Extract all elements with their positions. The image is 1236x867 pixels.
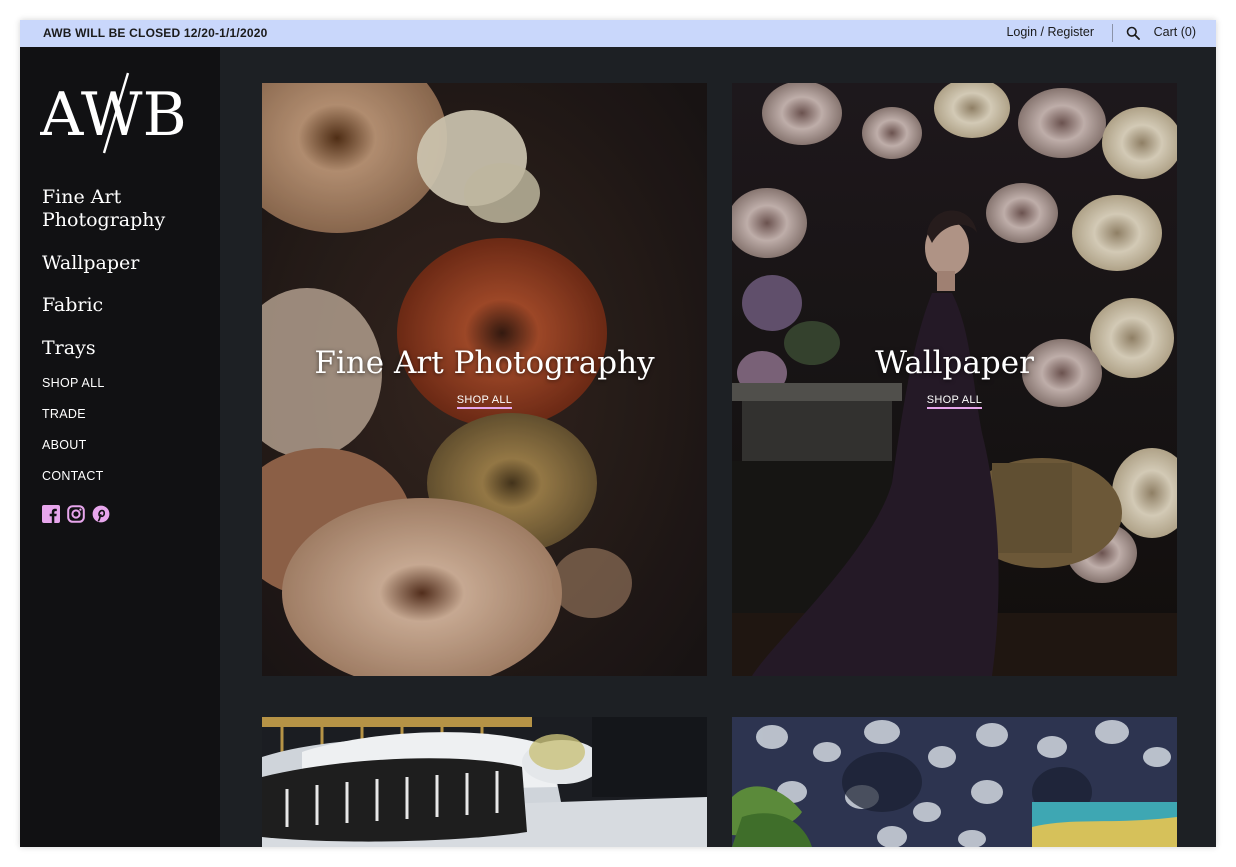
tile-title: Fine Art Photography (314, 345, 655, 381)
tile-fine-art-photography[interactable]: Fine Art Photography SHOP ALL (262, 83, 707, 676)
page-frame: AWB WILL BE CLOSED 12/20-1/1/2020 Login … (20, 20, 1216, 847)
login-register-link[interactable]: Login / Register (1006, 25, 1094, 39)
floral-pattern-image (732, 717, 1177, 847)
tile-title: Wallpaper (875, 345, 1034, 381)
bedding-image (262, 717, 707, 847)
tile-fabric[interactable] (262, 717, 707, 847)
instagram-icon[interactable] (67, 505, 85, 523)
tile-wallpaper[interactable]: Wallpaper SHOP ALL (732, 83, 1177, 676)
sidebar-item-fabric[interactable]: Fabric (42, 294, 103, 317)
shop-all-link[interactable]: SHOP ALL (262, 394, 707, 409)
topbar-divider (1112, 24, 1113, 42)
awb-logo[interactable]: AWB (40, 69, 202, 157)
logo-text: AWB (40, 80, 187, 150)
sidebar-item-trade[interactable]: TRADE (42, 407, 86, 421)
sidebar-item-fine-art-photography[interactable]: Fine Art Photography (42, 186, 202, 232)
sidebar-item-trays[interactable]: Trays (42, 337, 96, 360)
sidebar: AWB Fine Art Photography Wallpaper Fabri… (20, 47, 220, 847)
shop-all-link[interactable]: SHOP ALL (732, 394, 1177, 409)
facebook-icon[interactable] (42, 505, 60, 523)
search-icon[interactable] (1126, 26, 1140, 40)
announcement-bar: AWB WILL BE CLOSED 12/20-1/1/2020 Login … (20, 20, 1216, 47)
sidebar-item-shop-all[interactable]: SHOP ALL (42, 376, 105, 390)
announcement-text: AWB WILL BE CLOSED 12/20-1/1/2020 (43, 26, 268, 40)
tile-trays[interactable] (732, 717, 1177, 847)
sidebar-item-wallpaper[interactable]: Wallpaper (42, 252, 139, 275)
sidebar-item-about[interactable]: ABOUT (42, 438, 87, 452)
sidebar-item-contact[interactable]: CONTACT (42, 469, 104, 483)
cart-link[interactable]: Cart (0) (1154, 25, 1196, 39)
pinterest-icon[interactable] (92, 505, 110, 523)
